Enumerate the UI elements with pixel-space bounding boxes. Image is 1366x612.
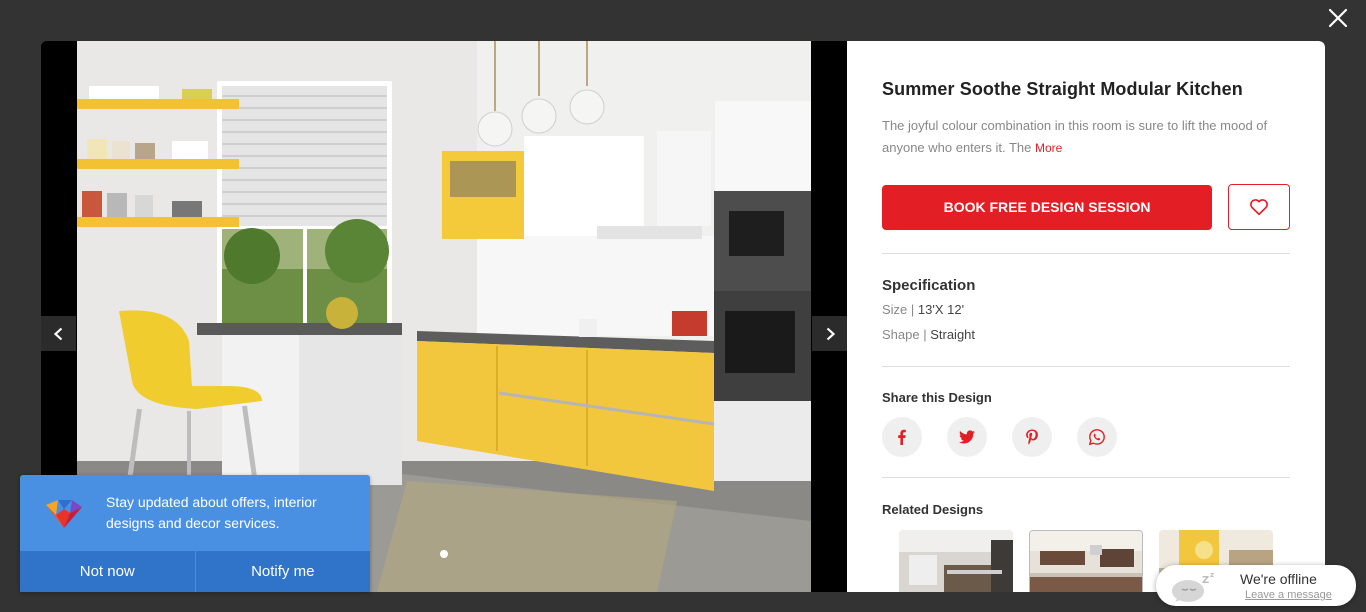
- notification-actions: Not now Notify me: [20, 551, 370, 592]
- book-design-session-button[interactable]: BOOK FREE DESIGN SESSION: [882, 184, 1213, 230]
- close-button[interactable]: [1326, 6, 1350, 30]
- not-now-button[interactable]: Not now: [20, 551, 195, 592]
- divider: [882, 477, 1290, 478]
- chat-widget[interactable]: Z z We're offline Leave a message: [1156, 565, 1356, 606]
- share-buttons: [882, 417, 1290, 457]
- chat-status: We're offline: [1240, 571, 1317, 587]
- spec-shape-label: Shape: [882, 327, 920, 342]
- design-details-panel: Summer Soothe Straight Modular Kitchen T…: [847, 41, 1325, 592]
- specification-heading: Specification: [882, 277, 976, 294]
- favorite-button[interactable]: [1228, 184, 1290, 230]
- spec-size-label: Size: [882, 302, 908, 317]
- notify-me-button[interactable]: Notify me: [194, 551, 371, 592]
- spec-size: Size | 13'X 12': [882, 302, 965, 317]
- more-link[interactable]: More: [1035, 141, 1062, 155]
- facebook-icon: [898, 429, 906, 445]
- share-heading: Share this Design: [882, 390, 992, 405]
- pinterest-icon: [1026, 429, 1038, 445]
- divider: [882, 253, 1290, 254]
- share-facebook-button[interactable]: [882, 417, 922, 457]
- share-whatsapp-button[interactable]: [1077, 417, 1117, 457]
- cta-row: BOOK FREE DESIGN SESSION: [882, 184, 1290, 230]
- related-design-thumbnail[interactable]: [899, 530, 1013, 592]
- close-icon: [1328, 8, 1348, 28]
- spec-shape-value: Straight: [930, 327, 976, 342]
- design-title: Summer Soothe Straight Modular Kitchen: [882, 79, 1243, 99]
- chevron-right-icon: [826, 327, 835, 340]
- leave-message-link[interactable]: Leave a message: [1245, 589, 1332, 601]
- notification-prompt: Stay updated about offers, interior desi…: [20, 475, 370, 592]
- spec-shape: Shape | Straight: [882, 327, 976, 342]
- notification-body: Stay updated about offers, interior desi…: [20, 475, 370, 551]
- related-design-thumbnail[interactable]: [1029, 530, 1143, 592]
- svg-text:z: z: [1210, 571, 1214, 579]
- prev-slide-button[interactable]: [41, 316, 76, 351]
- related-designs-heading: Related Designs: [882, 502, 984, 517]
- spec-size-value: 13'X 12': [917, 302, 965, 317]
- divider: [882, 366, 1290, 367]
- twitter-icon: [958, 430, 975, 444]
- design-description: The joyful colour combination in this ro…: [882, 115, 1282, 159]
- chevron-left-icon: [53, 327, 62, 340]
- slide-indicator-dot[interactable]: [440, 550, 448, 558]
- heart-icon: [1250, 199, 1269, 216]
- share-twitter-button[interactable]: [947, 417, 987, 457]
- brand-logo-icon: [46, 500, 82, 528]
- sleeping-chat-icon: Z z: [1172, 571, 1214, 602]
- notification-text: Stay updated about offers, interior desi…: [106, 494, 317, 531]
- description-text: The joyful colour combination in this ro…: [882, 118, 1268, 155]
- next-slide-button[interactable]: [812, 316, 847, 351]
- whatsapp-icon: [1088, 429, 1105, 446]
- share-pinterest-button[interactable]: [1012, 417, 1052, 457]
- svg-text:Z: Z: [1202, 575, 1209, 586]
